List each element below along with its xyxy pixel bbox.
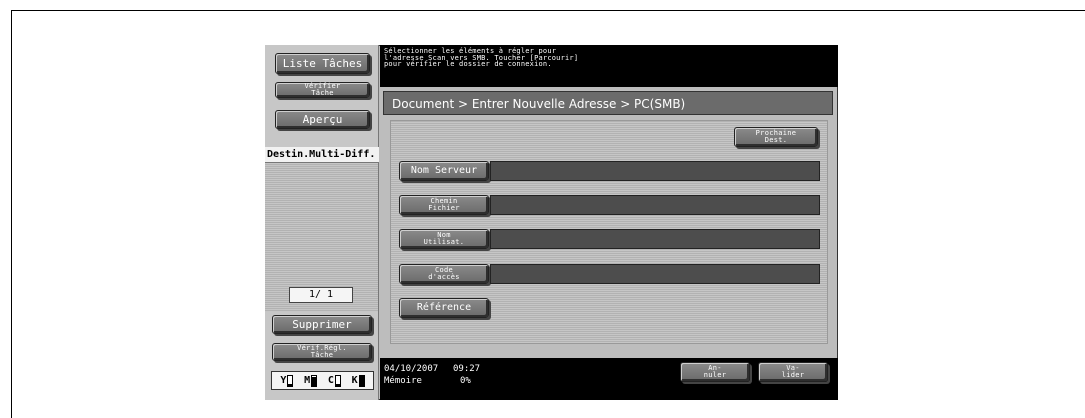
chemin-fichier-label: Chemin Fichier [428,197,460,212]
breadcrumb: Document > Entrer Nouvelle Adresse > PC(… [383,91,833,115]
toner-k-letter: K [351,375,358,386]
status-date: 04/10/2007 [384,364,439,374]
toner-c-bar [334,374,341,387]
apercu-label: Aperçu [302,113,343,126]
supprimer-button[interactable]: Supprimer [272,315,372,334]
prochaine-dest-button[interactable]: Prochaine Dest. [734,127,818,147]
toner-y-bar [287,374,294,387]
supprimer-label: Supprimer [292,318,352,331]
toner-m-letter: M [304,375,311,386]
memory-value: 0% [460,376,471,386]
liste-taches-label: Liste Tâches [282,57,363,70]
verifier-tache-label: Vérifier Tâche [304,82,341,97]
annuler-label: An- nuler [703,364,727,379]
toner-y: Y [280,374,294,387]
toner-c-letter: C [327,375,334,386]
toner-k-fill [359,376,364,386]
apercu-button[interactable]: Aperçu [275,110,370,129]
chemin-fichier-field[interactable] [490,195,820,215]
toner-c: C [327,374,341,387]
verif-regl-tache-button[interactable]: Vérif.Régl. Tâche [272,343,372,361]
chemin-fichier-button[interactable]: Chemin Fichier [399,195,489,215]
annuler-button[interactable]: An- nuler [680,362,750,382]
toner-m-fill [312,376,317,386]
status-time: 09:27 [453,364,481,374]
liste-taches-button[interactable]: Liste Tâches [275,53,370,74]
code-acces-button[interactable]: Code d'accès [399,264,489,284]
valider-button[interactable]: Va- lider [758,362,828,382]
toner-y-letter: Y [280,375,287,386]
memory-label: Mémoire [384,376,422,386]
toner-k-bar [358,374,365,387]
nom-utilisat-label: Nom Utilisat. [423,231,465,246]
nom-serveur-field[interactable] [490,161,820,181]
nom-utilisat-button[interactable]: Nom Utilisat. [399,229,489,249]
instruction-message: Sélectionner les éléments à régler pour … [380,45,838,87]
code-acces-label: Code d'accès [428,266,460,281]
toner-k: K [351,374,365,387]
reference-button[interactable]: Référence [399,298,489,318]
toner-y-fill [288,384,293,386]
nom-serveur-label: Nom Serveur [410,165,478,176]
destin-multi-diff-label: Destin.Multi-Diff. [265,147,379,163]
toner-m-bar [311,374,318,387]
toner-indicator: Y M C K [271,371,374,390]
verifier-tache-button[interactable]: Vérifier Tâche [275,82,370,98]
toner-m: M [304,374,318,387]
verif-regl-tache-label: Vérif.Régl. Tâche [297,344,347,359]
nom-serveur-button[interactable]: Nom Serveur [399,161,489,181]
toner-c-fill [335,384,340,386]
valider-label: Va- lider [781,364,805,379]
page-indicator: 1/ 1 [289,287,353,303]
code-acces-field[interactable] [490,264,820,284]
reference-label: Référence [416,302,472,313]
nom-utilisat-field[interactable] [490,229,820,249]
prochaine-dest-label: Prochaine Dest. [755,129,797,144]
